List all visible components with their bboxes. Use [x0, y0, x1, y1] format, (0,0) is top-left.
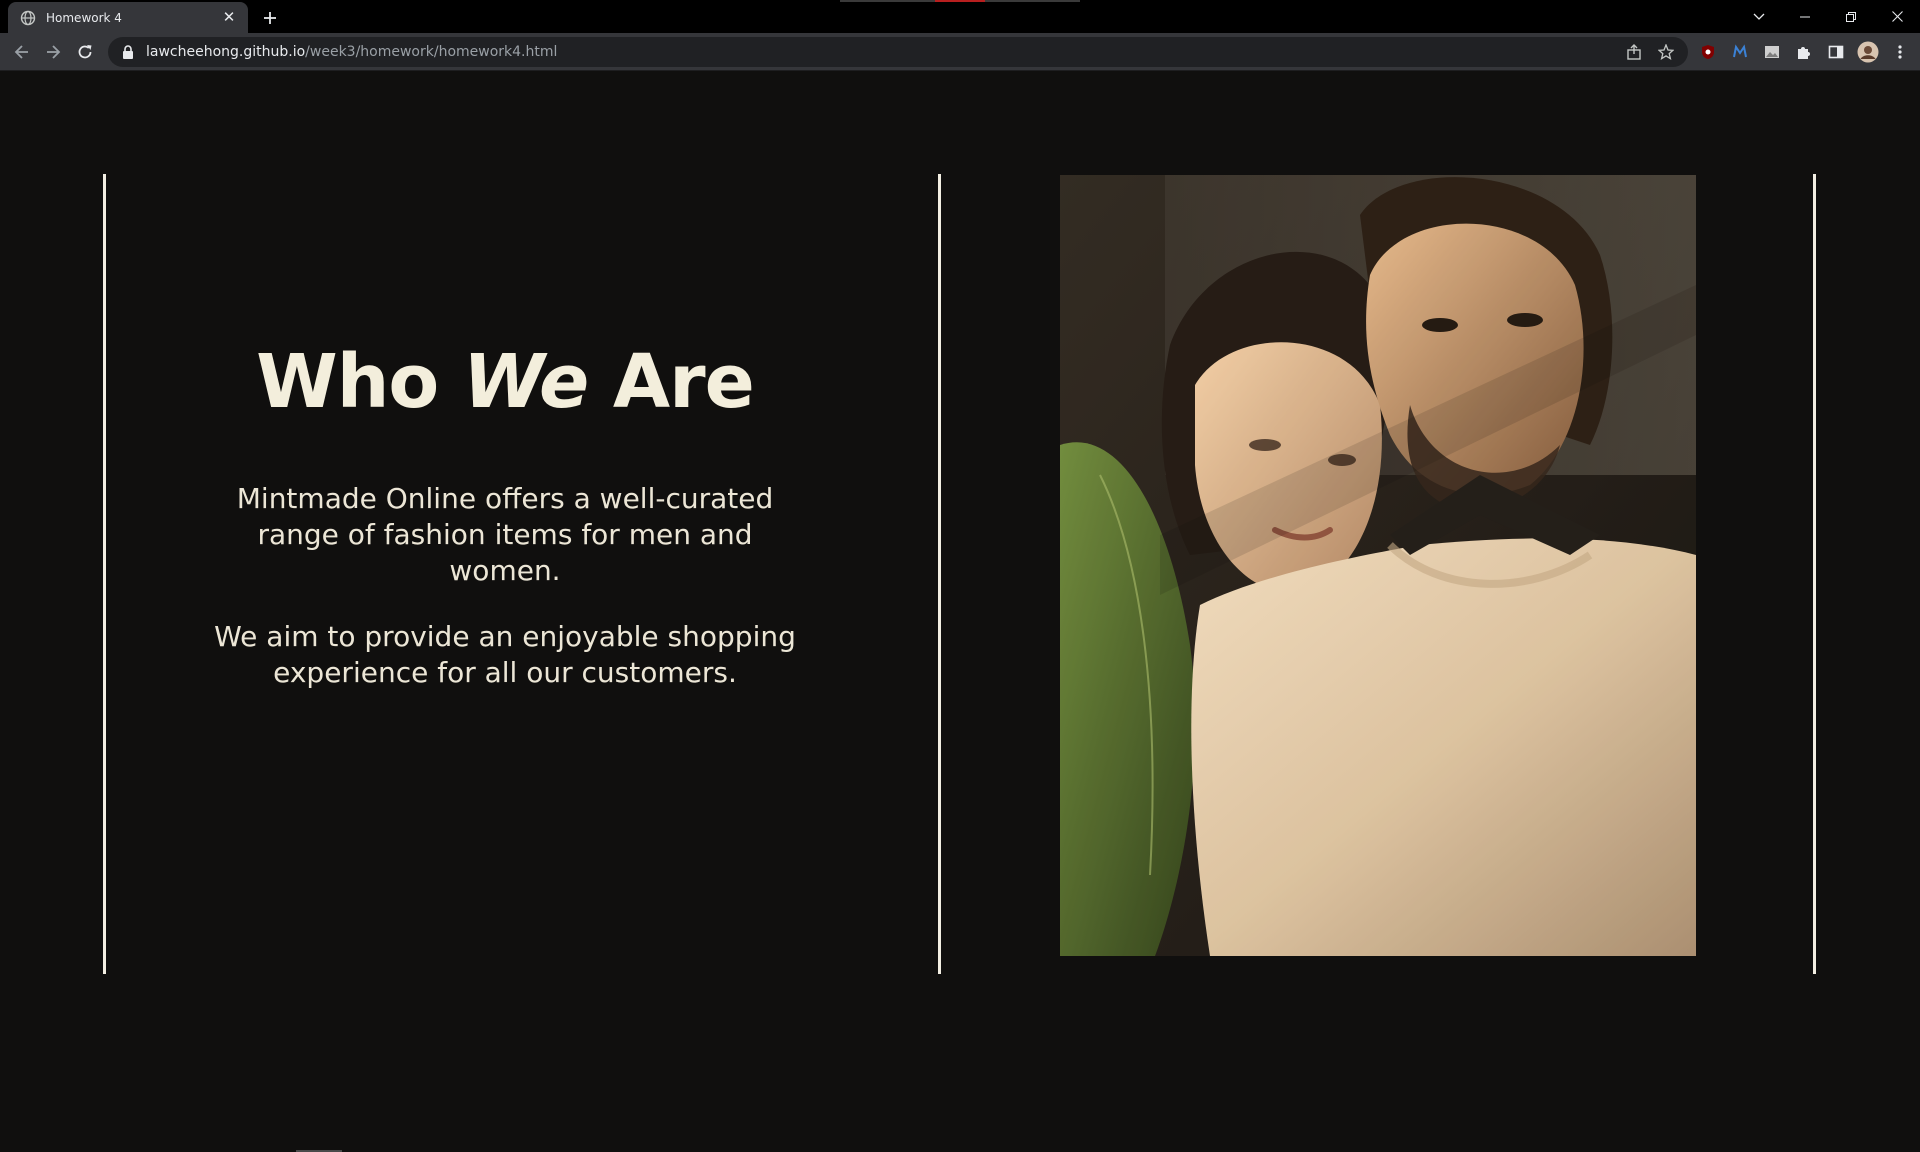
- new-tab-button[interactable]: [258, 6, 282, 30]
- image-icon: [1765, 46, 1779, 58]
- star-icon: [1658, 44, 1674, 60]
- close-tab-button[interactable]: ✕: [220, 9, 238, 27]
- share-button[interactable]: [1618, 37, 1650, 67]
- avatar: [1857, 41, 1879, 63]
- tab-search-button[interactable]: [1736, 0, 1782, 33]
- page-content: Who We Are Mintmade Online offers a well…: [0, 72, 1920, 1152]
- tab-strip: Homework 4 ✕: [0, 0, 1920, 33]
- right-border-line: [1813, 174, 1816, 974]
- window-controls: [1736, 0, 1920, 33]
- lock-icon: [123, 45, 133, 59]
- menu-button[interactable]: [1884, 38, 1916, 66]
- arrow-right-icon: [47, 45, 61, 59]
- address-bar[interactable]: lawcheehong.github.io/week3/homework/hom…: [108, 37, 1688, 67]
- extensions-button[interactable]: [1788, 38, 1820, 66]
- ublock-extension[interactable]: [1692, 38, 1724, 66]
- extensions-bar: [1692, 38, 1916, 66]
- m-extension[interactable]: [1724, 38, 1756, 66]
- kebab-menu-icon: [1898, 45, 1902, 59]
- url-text: lawcheehong.github.io/week3/homework/hom…: [146, 44, 557, 60]
- tab-title: Homework 4: [46, 10, 122, 25]
- page-title: Who We Are: [200, 339, 810, 425]
- close-window-button[interactable]: [1874, 0, 1920, 33]
- forward-button[interactable]: [39, 38, 67, 66]
- m-letter-icon: [1733, 44, 1747, 58]
- chevron-down-icon: [1753, 13, 1765, 20]
- window-indicator-accent: [935, 0, 985, 2]
- restore-icon: [1846, 11, 1856, 22]
- reload-button[interactable]: [71, 38, 99, 66]
- close-icon: [1891, 11, 1903, 22]
- plus-icon: [264, 12, 276, 24]
- puzzle-icon: [1798, 47, 1810, 59]
- title-part-2: Are: [588, 339, 755, 425]
- browser-tab[interactable]: Homework 4 ✕: [8, 2, 248, 33]
- title-part-1: Who: [256, 339, 464, 425]
- omnibox-actions: [1618, 37, 1682, 67]
- intro-paragraph: Mintmade Online offers a well-curated ra…: [236, 482, 774, 588]
- hero-photo: [1060, 175, 1696, 956]
- back-button[interactable]: [8, 38, 36, 66]
- url-path: /week3/homework/homework4.html: [305, 44, 558, 60]
- left-border-line: [103, 174, 106, 974]
- globe-icon: [20, 10, 36, 25]
- profile-button[interactable]: [1852, 38, 1884, 66]
- center-divider-line: [938, 174, 941, 974]
- side-panel-icon: [1828, 45, 1844, 59]
- url-host: lawcheehong.github.io: [146, 44, 306, 60]
- bookmark-button[interactable]: [1650, 37, 1682, 67]
- share-icon: [1627, 44, 1641, 60]
- title-emphasis: We: [463, 339, 589, 425]
- shield-icon: [1702, 45, 1714, 59]
- mission-paragraph: We aim to provide an enjoyable shopping …: [214, 620, 796, 690]
- about-section: Who We Are Mintmade Online offers a well…: [200, 339, 810, 691]
- arrow-left-icon: [14, 45, 28, 59]
- image-extension[interactable]: [1756, 38, 1788, 66]
- couple-photo-illustration: [1060, 175, 1696, 956]
- side-panel-button[interactable]: [1820, 38, 1852, 66]
- reload-icon: [78, 45, 92, 59]
- minimize-icon: [1800, 16, 1810, 17]
- browser-toolbar: lawcheehong.github.io/week3/homework/hom…: [0, 33, 1920, 71]
- restore-button[interactable]: [1828, 0, 1874, 33]
- minimize-button[interactable]: [1782, 0, 1828, 33]
